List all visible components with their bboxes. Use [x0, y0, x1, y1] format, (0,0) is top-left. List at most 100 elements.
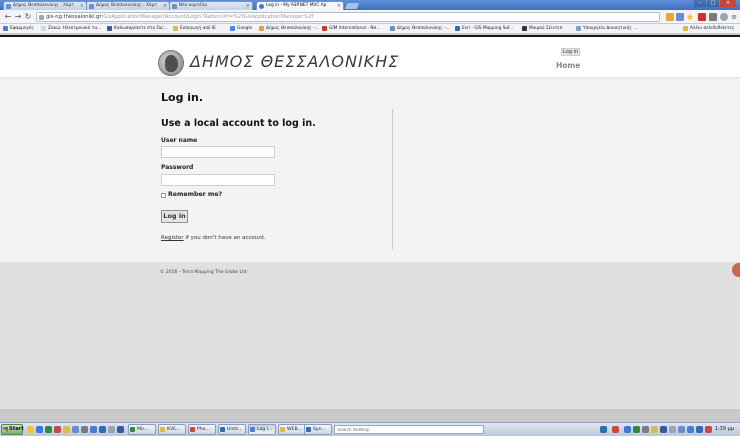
cloud-icon[interactable]	[720, 13, 728, 21]
password-label: Password	[161, 164, 194, 171]
taskbar-window-button[interactable]: Pho...	[188, 424, 216, 435]
browser-tab-strip: Δήμος Θεσσαλονίκης - Χάρτ × Δήμος Θεσσαλ…	[0, 0, 740, 10]
bookmark-item[interactable]: Δήμος Θεσσαλονίκης -...	[259, 25, 319, 33]
desktop-search-input[interactable]	[334, 425, 484, 434]
city-emblem-logo[interactable]	[158, 50, 184, 76]
tray-icon[interactable]	[600, 426, 607, 433]
tray-icon[interactable]	[696, 426, 703, 433]
site-title[interactable]: ΔΗΜΟΣ ΘΕΣΣΑΛΟΝΙΚΗΣ	[190, 52, 399, 71]
quick-launch-icon[interactable]	[27, 426, 34, 433]
page-info-icon[interactable]	[39, 15, 44, 20]
translate-icon[interactable]	[676, 13, 684, 21]
quick-launch-icon[interactable]	[63, 426, 70, 433]
page-icon	[89, 4, 94, 9]
other-bookmarks[interactable]: Άλλοι σελιδοδείκτες	[683, 25, 734, 33]
column-divider	[392, 109, 393, 249]
maximize-icon[interactable]: □	[707, 0, 719, 7]
adobe-icon[interactable]	[698, 13, 706, 21]
bookmarks-bar: Εφαρμογές Ζακώ: Ηλεκτρονικό τα... Καλωσο…	[0, 24, 740, 34]
taskbar-window-button[interactable]: Untit...	[218, 424, 246, 435]
extension-icon[interactable]	[666, 13, 674, 21]
tray-icon[interactable]	[705, 426, 712, 433]
tray-icon[interactable]	[651, 426, 658, 433]
register-hint-text: if you don't have an account.	[183, 235, 266, 241]
taskbar-window-button[interactable]: Syn...	[304, 424, 332, 435]
quick-launch-icon[interactable]	[90, 426, 97, 433]
remember-me-label[interactable]: Remember me?	[168, 191, 222, 198]
tray-icon[interactable]	[633, 426, 640, 433]
minimize-icon[interactable]: –	[694, 0, 706, 7]
address-bar[interactable]: gis-ng.thessaloniki.gr/GisApplicationMan…	[36, 12, 660, 22]
close-icon[interactable]: ×	[80, 3, 84, 9]
close-icon[interactable]: ×	[246, 3, 250, 9]
network-icon[interactable]	[678, 426, 685, 433]
bookmark-item[interactable]: Εφαρμογές	[3, 25, 34, 33]
new-tab-button[interactable]	[344, 3, 360, 9]
bookmark-item[interactable]: Esri - GIS Mapping Sof...	[455, 25, 513, 33]
shield-icon[interactable]	[709, 13, 717, 21]
tray-icon[interactable]	[669, 426, 676, 433]
tray-icon[interactable]	[624, 426, 631, 433]
web-page: ΔΗΜΟΣ ΘΕΣΣΑΛΟΝΙΚΗΣ Log in Home Log in. U…	[0, 35, 740, 409]
bookmark-item[interactable]: Ζακώ: Ηλεκτρονικό τα...	[41, 25, 101, 33]
login-submit-button[interactable]: Log in	[161, 210, 188, 223]
bookmark-item[interactable]: Καλωσορίσατε στο Fac...	[107, 25, 168, 33]
close-icon[interactable]: ×	[337, 3, 341, 9]
taskbar-window-button[interactable]: Mic...	[128, 424, 156, 435]
username-label: User name	[161, 137, 198, 144]
bookmark-item[interactable]: GIM International - Ne...	[322, 25, 380, 33]
username-input[interactable]	[161, 146, 275, 158]
taskbar-window-button[interactable]: KVE...	[158, 424, 186, 435]
browser-tab[interactable]: Νέα καρτέλα ×	[169, 1, 253, 10]
browser-tab-active[interactable]: Log in - My ASP.NET MVC Ap ×	[256, 1, 344, 10]
bookmark-item[interactable]: Εισαγωγή από IE	[173, 25, 216, 33]
register-link[interactable]: Register	[161, 235, 184, 241]
quick-launch-icon[interactable]	[72, 426, 79, 433]
taskbar-window-button[interactable]: WEB...	[278, 424, 306, 435]
close-icon[interactable]: ×	[163, 3, 167, 9]
tray-icon[interactable]	[612, 426, 619, 433]
login-section: Log in. Use a local account to log in. U…	[0, 79, 740, 262]
bookmark-item[interactable]: Υπουργείο Διοικητικής ...	[576, 25, 637, 33]
close-window-icon[interactable]: ×	[720, 0, 736, 7]
system-clock[interactable]: 1:39 μμ	[715, 426, 734, 432]
bookmark-item[interactable]: Μικρού Σέιντεσ	[522, 25, 562, 33]
volume-icon[interactable]	[687, 426, 694, 433]
quick-launch-icon[interactable]	[81, 426, 88, 433]
bookmark-item[interactable]: Δήμος Θεσσαλονίκης -...	[390, 25, 450, 33]
back-arrow-icon[interactable]: ←	[3, 12, 13, 22]
quick-launch-icon[interactable]	[99, 426, 106, 433]
page-title: Log in.	[161, 91, 204, 104]
register-hint: Register if you don't have an account.	[161, 235, 266, 241]
remember-me-checkbox[interactable]	[161, 193, 166, 198]
quick-launch-icon[interactable]	[36, 426, 43, 433]
bookmark-item[interactable]: Google	[230, 25, 252, 33]
tray-icon[interactable]	[660, 426, 667, 433]
browser-toolbar: ← → ↻ gis-ng.thessaloniki.gr/GisApplicat…	[0, 10, 740, 24]
taskbar-window-button-active[interactable]: Log i...	[248, 424, 276, 435]
quick-launch-icon[interactable]	[117, 426, 124, 433]
login-link[interactable]: Log in	[561, 48, 581, 56]
form-subtitle: Use a local account to log in.	[161, 118, 316, 129]
tab-label: Νέα καρτέλα	[179, 3, 208, 8]
quick-launch-icon[interactable]	[108, 426, 115, 433]
start-button[interactable]: Start	[1, 424, 24, 435]
tray-icon[interactable]	[642, 426, 649, 433]
address-path: /GisApplicationManager/Account/Login?Ret…	[101, 14, 314, 20]
browser-tab[interactable]: Δήμος Θεσσαλονίκης - Χάρτ ×	[86, 1, 170, 10]
password-input[interactable]	[161, 174, 275, 186]
page-icon	[6, 4, 11, 9]
quick-launch-icon[interactable]	[54, 426, 61, 433]
reload-icon[interactable]: ↻	[23, 12, 33, 22]
browser-tab[interactable]: Δήμος Θεσσαλονίκης - Χάρτ ×	[3, 1, 87, 10]
forward-arrow-icon[interactable]: →	[13, 12, 23, 22]
bookmark-star-icon[interactable]	[686, 13, 694, 21]
home-link[interactable]: Home	[556, 61, 580, 70]
menu-icon[interactable]: ≡	[729, 12, 739, 22]
windows-taskbar: Start Mic... KVE... Pho... Untit... Log …	[0, 422, 740, 436]
side-widget-handle[interactable]	[732, 263, 740, 277]
tab-label: Log in - My ASP.NET MVC Ap	[266, 3, 327, 8]
tab-label: Δήμος Θεσσαλονίκης - Χάρτ	[96, 3, 158, 8]
page-icon	[172, 4, 177, 9]
quick-launch-icon[interactable]	[45, 426, 52, 433]
